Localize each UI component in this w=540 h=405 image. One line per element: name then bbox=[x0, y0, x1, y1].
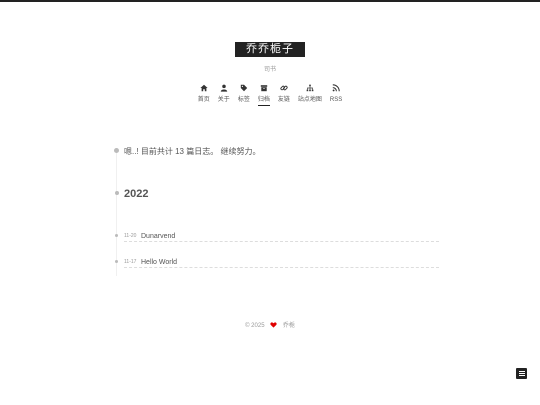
nav-label: 关于 bbox=[217, 97, 230, 103]
link-icon bbox=[280, 85, 288, 91]
post-title[interactable]: Dunarvend bbox=[141, 233, 175, 240]
menu-bar bbox=[518, 373, 525, 374]
timeline-dot bbox=[114, 148, 119, 153]
nav-label: 站点地图 bbox=[297, 97, 322, 103]
home-icon bbox=[200, 84, 208, 92]
nav-item-archive[interactable]: 归档 bbox=[257, 84, 270, 106]
top-border bbox=[0, 0, 540, 2]
tags-icon bbox=[240, 84, 248, 92]
archive-year: 2022 bbox=[124, 188, 149, 200]
post-item[interactable]: 11-20 Dunarvend bbox=[124, 231, 439, 242]
nav-item-tags[interactable]: 标签 bbox=[238, 84, 250, 106]
post-title[interactable]: Hello World bbox=[141, 259, 177, 266]
nav-label: 标签 bbox=[237, 97, 250, 103]
nav-item-sitemap[interactable]: 站点地图 bbox=[298, 84, 322, 106]
archive-summary: 嗯..! 目前共计 13 篇日志。 继续努力。 bbox=[124, 147, 261, 156]
timeline-dot bbox=[115, 234, 118, 237]
user-icon bbox=[220, 84, 227, 92]
sitemap-icon bbox=[306, 84, 314, 92]
nav-label: 首页 bbox=[197, 97, 210, 103]
menu-toggle-button[interactable] bbox=[516, 368, 527, 379]
nav-item-home[interactable]: 首页 bbox=[198, 84, 210, 106]
archive-icon bbox=[260, 85, 268, 92]
post-date: 11-20 bbox=[124, 233, 137, 239]
post-item[interactable]: 11-17 Hello World bbox=[124, 257, 439, 268]
menu-bar bbox=[518, 375, 525, 376]
post-date: 11-17 bbox=[124, 259, 137, 265]
menu-bar bbox=[518, 371, 525, 372]
site-subtitle: 司书 bbox=[263, 67, 276, 73]
site-title[interactable]: 乔乔栀子 bbox=[235, 42, 305, 57]
nav-item-links[interactable]: 友链 bbox=[278, 84, 290, 106]
timeline-dot bbox=[114, 191, 119, 195]
nav-item-rss[interactable]: RSS bbox=[330, 84, 342, 106]
nav-label: 归档 bbox=[257, 96, 270, 106]
rss-icon bbox=[332, 84, 340, 92]
archive-timeline bbox=[116, 148, 117, 276]
nav-label: 友链 bbox=[277, 97, 290, 103]
footer-author: 乔栀 bbox=[282, 323, 295, 329]
nav-item-about[interactable]: 关于 bbox=[218, 84, 230, 106]
heart-icon bbox=[270, 322, 277, 329]
nav-label: RSS bbox=[329, 97, 343, 103]
timeline-dot bbox=[115, 260, 118, 263]
footer: © 2025 乔栀 bbox=[0, 320, 540, 329]
main-nav: 首页 关于 标签 归档 友链 站点地图 RSS bbox=[0, 84, 540, 106]
footer-copyright: © 2025 bbox=[245, 323, 265, 329]
